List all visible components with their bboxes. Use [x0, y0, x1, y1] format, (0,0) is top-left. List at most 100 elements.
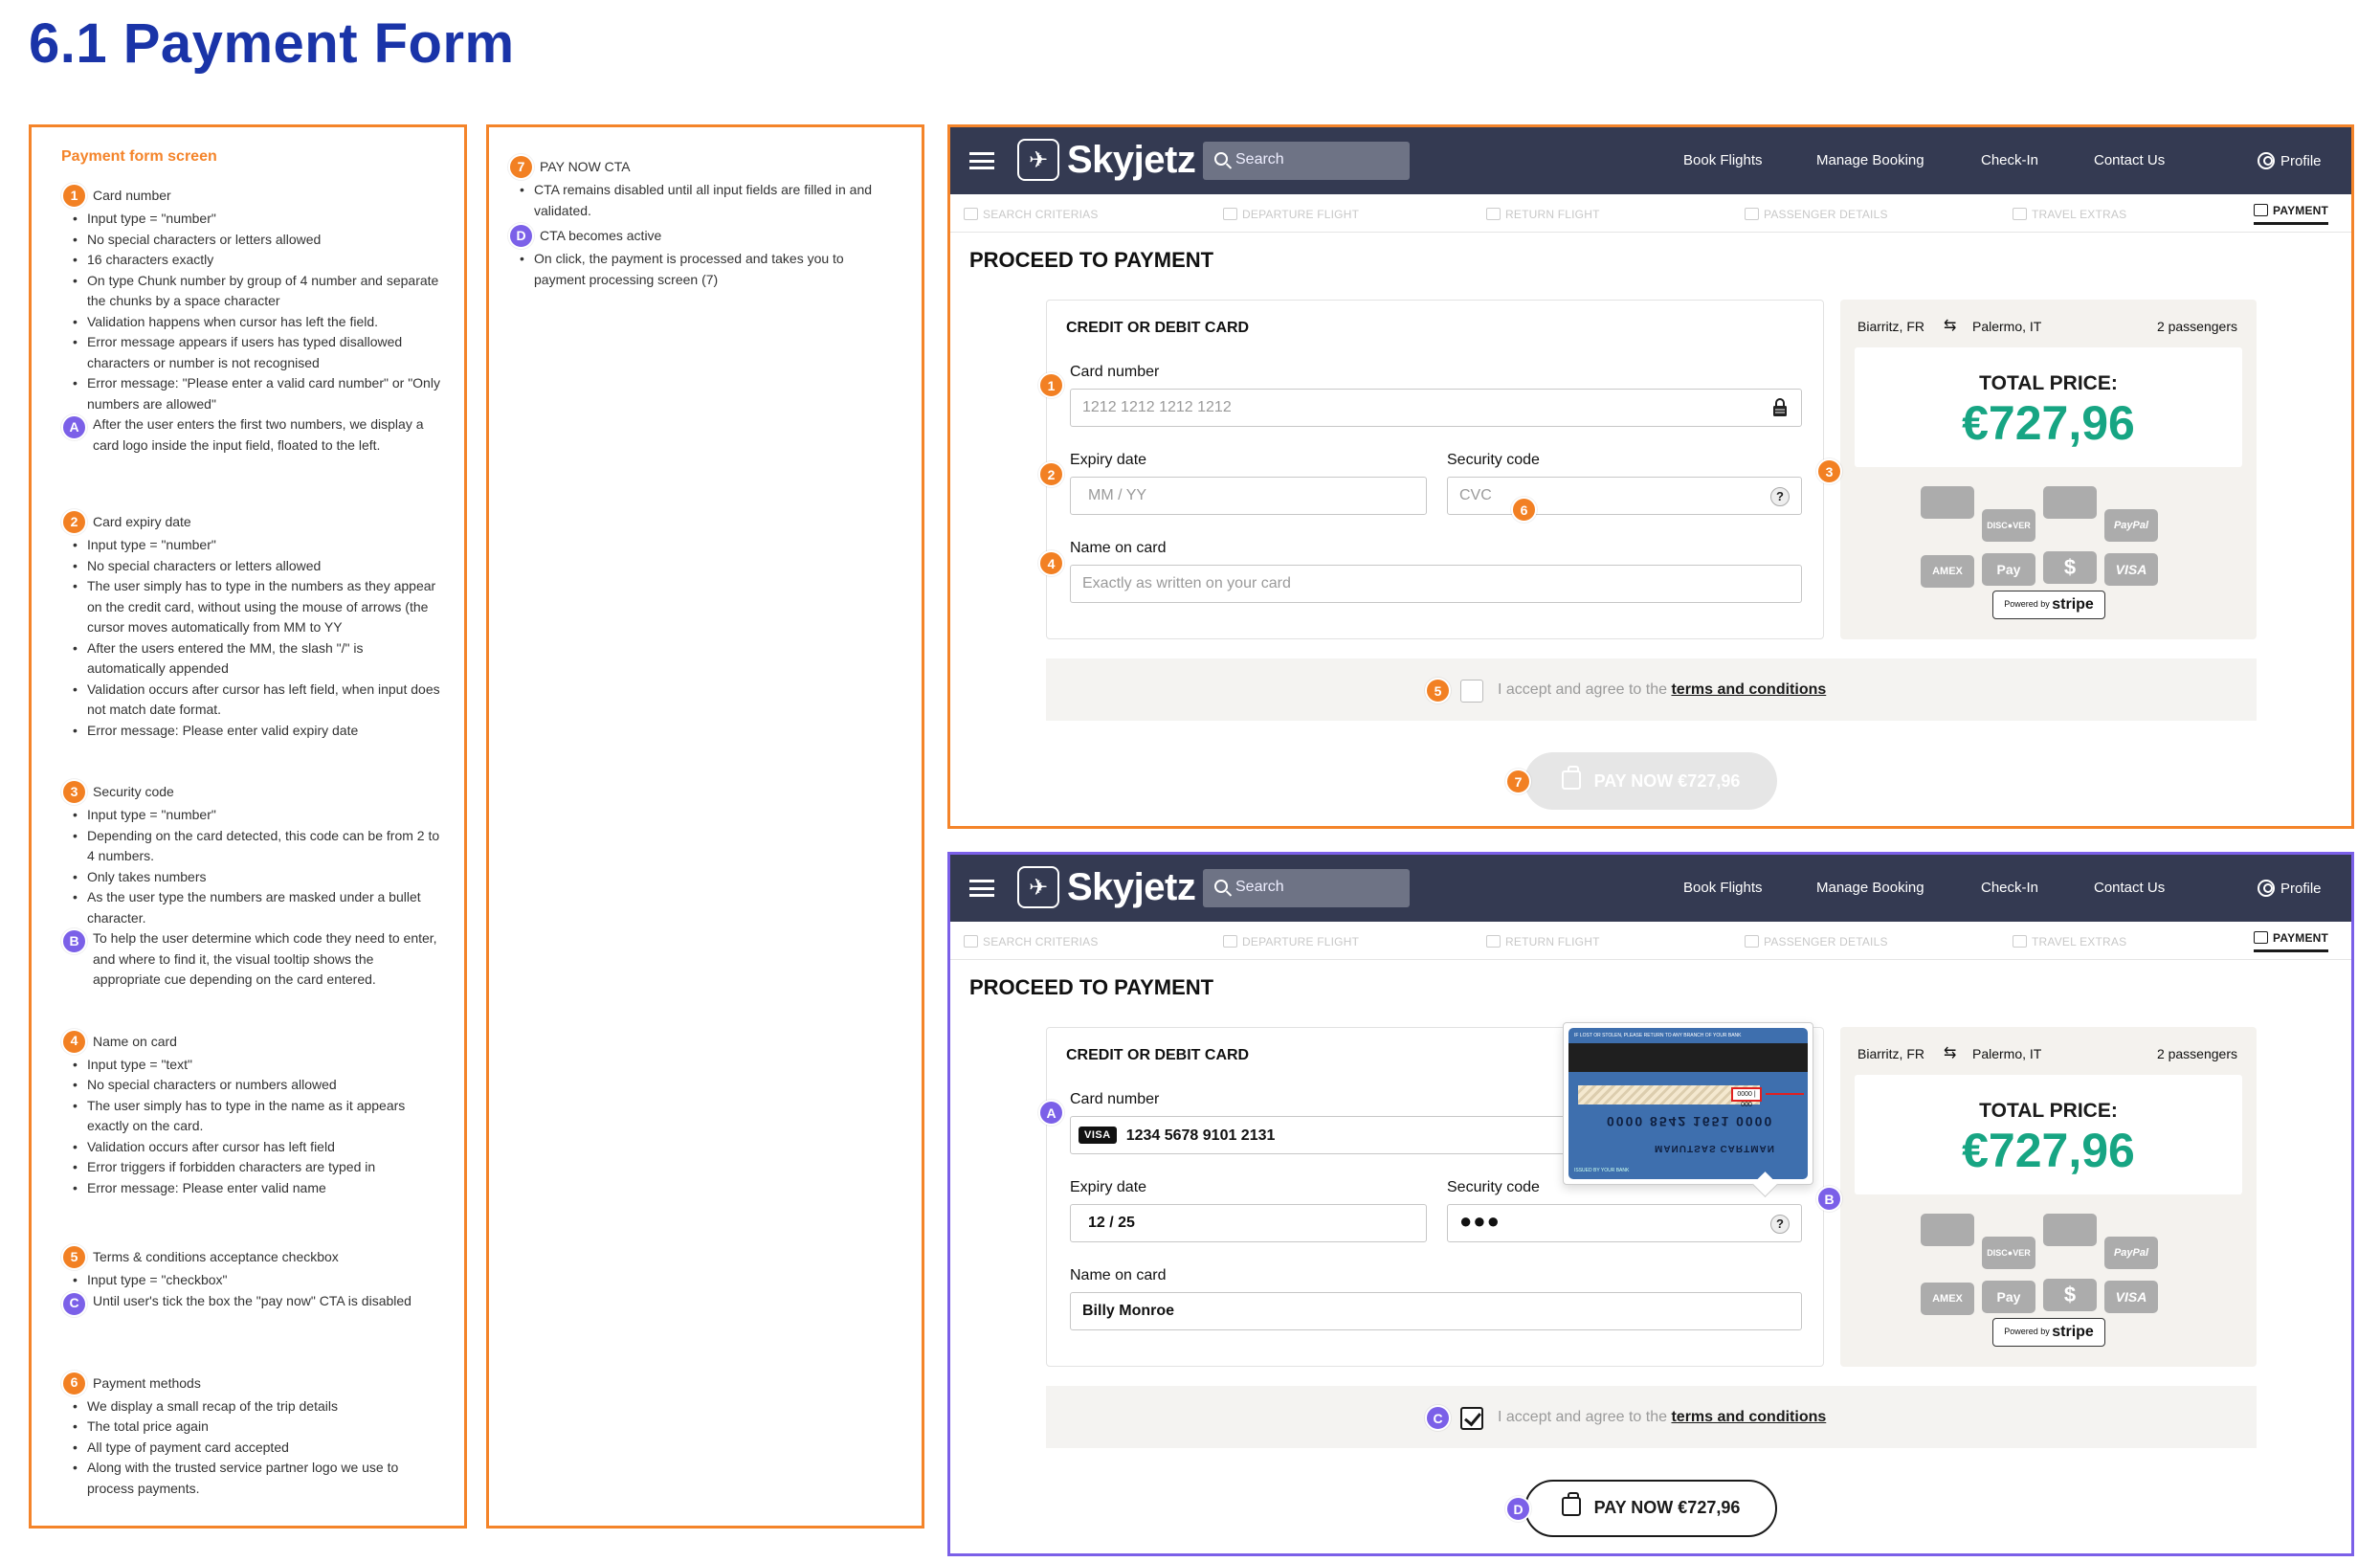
stripe-brand: stripe [2052, 596, 2094, 613]
nav-profile[interactable]: Profile [2258, 880, 2322, 897]
amex-logo-icon: AMEX [1921, 555, 1974, 588]
nav-contact-us[interactable]: Contact Us [2094, 880, 2165, 896]
step-search-criterias: SEARCH CRITERIAS [964, 935, 1099, 948]
cart-icon [2254, 204, 2268, 216]
note-sub: A After the user enters the first two num… [61, 414, 441, 456]
nav-book-flights[interactable]: Book Flights [1683, 880, 1763, 896]
step-label: TRAVEL EXTRAS [2032, 935, 2127, 948]
terms-link[interactable]: terms and conditions [1671, 1409, 1826, 1425]
help-icon[interactable]: ? [1770, 487, 1790, 506]
step-passenger-details: PASSENGER DETAILS [1745, 935, 1888, 948]
name-on-card-input[interactable]: Billy Monroe [1070, 1292, 1802, 1330]
note-card-number: 1 Card number Input type = "number" No sp… [61, 183, 441, 456]
id-card-icon [1745, 935, 1759, 948]
nav-book-flights[interactable]: Book Flights [1683, 152, 1763, 168]
note-title: PAY NOW CTA [540, 159, 631, 174]
pay-now-button[interactable]: PAY NOW €727,96 [1524, 752, 1777, 810]
note-bullet: CTA remains disabled until all input fie… [508, 180, 899, 221]
step-departure-flight: DEPARTURE FLIGHT [1223, 935, 1359, 948]
screen-filled-state: ✈ Skyjetz Search Book Flights Manage Boo… [947, 852, 2354, 1556]
note-bullet: Input type = "number" [61, 209, 441, 230]
card-back-number: 0000 8542 1651 0000 [1607, 1114, 1774, 1129]
amex-logo-icon: AMEX [1921, 1283, 1974, 1315]
brand-logo[interactable]: Skyjetz [1067, 139, 1196, 182]
pay-now-button[interactable]: PAY NOW €727,96 [1524, 1480, 1777, 1537]
brand-logo[interactable]: Skyjetz [1067, 866, 1196, 909]
note-bullet: Along with the trusted service partner l… [61, 1458, 441, 1499]
search-input[interactable]: Search [1203, 142, 1410, 180]
terms-checkbox[interactable] [1460, 680, 1483, 703]
security-code-input[interactable]: ●●●? [1447, 1204, 1802, 1242]
note-bullet: After the users entered the MM, the slas… [61, 638, 441, 680]
nav-contact-us[interactable]: Contact Us [2094, 152, 2165, 168]
nav-manage-booking[interactable]: Manage Booking [1816, 880, 1924, 896]
marker-6: 6 [61, 1370, 87, 1396]
pin-a: A [1038, 1100, 1064, 1126]
note-sub-text: To help the user determine which code th… [93, 930, 437, 987]
nav-check-in[interactable]: Check-In [1981, 880, 2038, 896]
card-back-text: IF LOST OR STOLEN, PLEASE RETURN TO ANY … [1574, 1033, 1742, 1038]
bag-icon [1561, 766, 1581, 790]
security-code-input[interactable]: CVC? [1447, 477, 1802, 515]
nav-manage-booking[interactable]: Manage Booking [1816, 152, 1924, 168]
note-bullet: Input type = "text" [61, 1055, 441, 1076]
id-card-icon [1745, 208, 1759, 220]
home-icon [964, 935, 978, 948]
terms-checkbox[interactable] [1460, 1407, 1483, 1430]
name-on-card-input[interactable]: Exactly as written on your card [1070, 565, 1802, 603]
profile-label: Profile [2280, 153, 2322, 169]
card-number-value: 1234 5678 9101 2131 [1125, 1127, 1276, 1144]
card-back-illustration: IF LOST OR STOLEN, PLEASE RETURN TO ANY … [1568, 1028, 1808, 1179]
terms-text: I accept and agree to the terms and cond… [1498, 1409, 1826, 1426]
name-placeholder: Exactly as written on your card [1082, 575, 1291, 591]
expiry-input[interactable]: MM / YY [1070, 477, 1427, 515]
total-price-label: TOTAL PRICE: [1979, 1100, 2118, 1122]
note-terms: 5 Terms & conditions acceptance checkbox … [61, 1244, 441, 1317]
paypal-logo-icon: PayPal [2104, 1237, 2158, 1269]
plane-icon [1223, 935, 1237, 948]
step-label: PAYMENT [2273, 931, 2329, 945]
booking-steps: SEARCH CRITERIAS DEPARTURE FLIGHT RETURN… [950, 922, 2351, 960]
total-price-value: €727,96 [1962, 396, 2135, 450]
name-label: Name on card [1070, 1267, 1167, 1283]
maestro-logo-icon [2043, 1214, 2097, 1246]
discover-logo-icon: DISC●VER [1982, 1237, 2035, 1269]
marker-2: 2 [61, 509, 87, 535]
card-number-label: Card number [1070, 364, 1160, 380]
pin-d: D [1505, 1496, 1531, 1522]
expiry-input[interactable]: 12 / 25 [1070, 1204, 1427, 1242]
step-label: PAYMENT [2273, 204, 2329, 217]
help-icon[interactable]: ? [1770, 1215, 1790, 1234]
page-title: 6.1 Payment Form [29, 12, 515, 75]
note-bullet: 16 characters exactly [61, 250, 441, 271]
search-input[interactable]: Search [1203, 869, 1410, 907]
expiry-label: Expiry date [1070, 1179, 1147, 1195]
note-bullet: On click, the payment is processed and t… [508, 249, 899, 290]
booking-steps: SEARCH CRITERIAS DEPARTURE FLIGHT RETURN… [950, 194, 2351, 233]
pay-now-label: PAY NOW €727,96 [1593, 1498, 1741, 1517]
security-label: Security code [1447, 452, 1540, 468]
note-pay-cta: 7 PAY NOW CTA CTA remains disabled until … [508, 154, 899, 290]
apple-pay-logo-icon: Pay [1982, 1281, 2035, 1313]
route-from: Biarritz, FR [1857, 319, 1924, 334]
note-bullet: Error message: "Please enter a valid car… [61, 373, 441, 414]
note-bullet: On type Chunk number by group of 4 numbe… [61, 271, 441, 312]
note-title: Payment methods [93, 1374, 201, 1391]
card-number-input[interactable]: 1212 1212 1212 1212 [1070, 389, 1802, 427]
plane-icon [1486, 935, 1501, 948]
terms-prefix: I accept and agree to the [1498, 1409, 1672, 1425]
dollar-icon: $ [2043, 551, 2097, 584]
marker-7: 7 [508, 154, 534, 180]
menu-icon[interactable] [969, 880, 994, 897]
menu-icon[interactable] [969, 152, 994, 169]
pin-6: 6 [1511, 497, 1537, 523]
order-summary: Biarritz, FR ⇆ Palermo, IT 2 passengers … [1840, 300, 2257, 639]
home-icon [964, 208, 978, 220]
nav-profile[interactable]: Profile [2258, 152, 2322, 169]
nav-check-in[interactable]: Check-In [1981, 152, 2038, 168]
name-label: Name on card [1070, 540, 1167, 556]
note-sub: C Until user's tick the box the "pay now"… [61, 1290, 441, 1317]
terms-link[interactable]: terms and conditions [1671, 681, 1826, 698]
search-icon [1214, 152, 1228, 166]
plane-icon [1486, 208, 1501, 220]
